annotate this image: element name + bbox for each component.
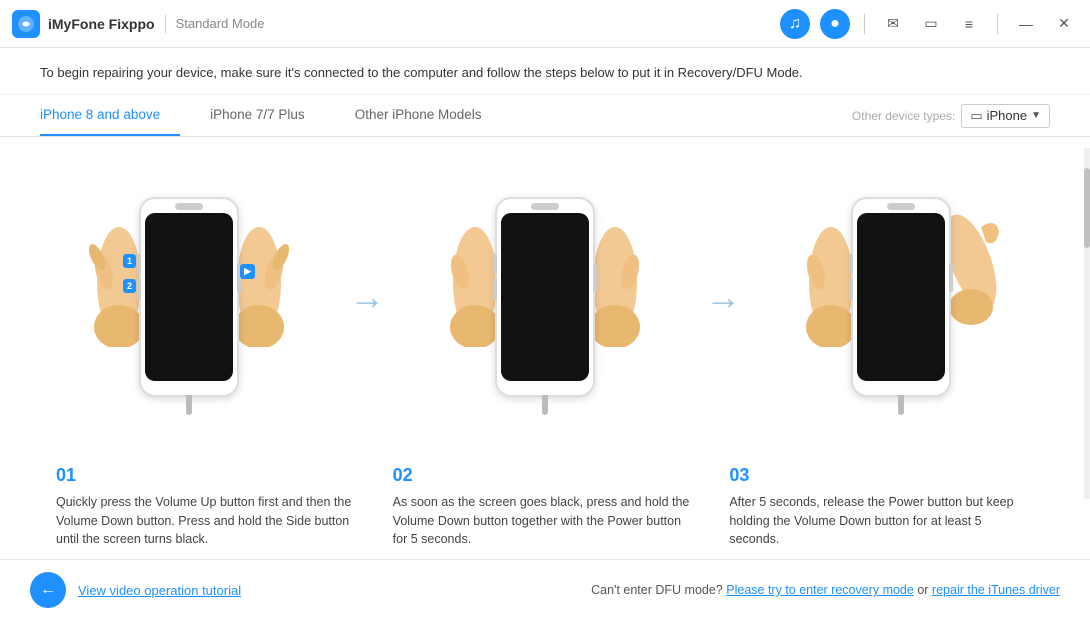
power-btn-3 bbox=[949, 264, 953, 292]
phone-screen-1 bbox=[145, 213, 233, 381]
step-2-num: 02 bbox=[393, 462, 698, 489]
phone-screen-3 bbox=[857, 213, 945, 381]
step-arrow-2: → bbox=[705, 276, 741, 318]
chat-icon-btn[interactable]: ▭ bbox=[917, 10, 945, 38]
app-logo bbox=[12, 10, 40, 38]
step-1-desc: 01 Quickly press the Volume Up button fi… bbox=[40, 462, 377, 549]
phone-body-2 bbox=[495, 197, 595, 397]
tab-bar: iPhone 8 and above iPhone 7/7 Plus Other… bbox=[0, 95, 1090, 137]
steps-images: 1 2 ▶ → bbox=[20, 147, 1070, 448]
main-content: To begin repairing your device, make sur… bbox=[0, 48, 1090, 559]
step-1-num: 01 bbox=[56, 462, 361, 489]
tab-other[interactable]: Other iPhone Models bbox=[355, 95, 502, 136]
step-1-image: 1 2 ▶ bbox=[39, 177, 339, 417]
info-text: To begin repairing your device, make sur… bbox=[40, 65, 803, 80]
vol-up-btn-2 bbox=[493, 254, 497, 274]
device-name: iPhone bbox=[987, 108, 1027, 123]
step-3-num: 03 bbox=[729, 462, 1034, 489]
step-3-text: After 5 seconds, release the Power butto… bbox=[729, 495, 1013, 547]
vol-down-btn-2 bbox=[493, 279, 497, 299]
step-3-image bbox=[751, 177, 1051, 417]
close-button[interactable]: ✕ bbox=[1050, 10, 1078, 38]
info-bar: To begin repairing your device, make sur… bbox=[0, 48, 1090, 95]
menu-icon-btn[interactable]: ≡ bbox=[955, 10, 983, 38]
device-dropdown[interactable]: ▭ iPhone ▼ bbox=[961, 104, 1050, 128]
btn-indicator-1: 1 bbox=[123, 254, 136, 268]
step-2-scene bbox=[445, 177, 645, 417]
phone-cable-3 bbox=[898, 395, 904, 415]
tutorial-link[interactable]: View video operation tutorial bbox=[78, 583, 241, 598]
dfu-text: Can't enter DFU mode? bbox=[591, 583, 723, 597]
dropdown-arrow-icon: ▼ bbox=[1031, 110, 1041, 121]
other-device-selector: Other device types: ▭ iPhone ▼ bbox=[852, 104, 1050, 128]
step-3-scene bbox=[801, 177, 1001, 417]
scrollbar-thumb[interactable] bbox=[1084, 168, 1090, 248]
mode-label: Standard Mode bbox=[176, 16, 265, 31]
scrollbar-track[interactable] bbox=[1084, 148, 1090, 499]
step-2-desc: 02 As soon as the screen goes black, pre… bbox=[377, 462, 714, 549]
music-icon-btn[interactable]: ♫ bbox=[780, 9, 810, 39]
step-2-text: As soon as the screen goes black, press … bbox=[393, 495, 690, 547]
footer: ← View video operation tutorial Can't en… bbox=[0, 559, 1090, 620]
phone-body-1: 1 2 ▶ bbox=[139, 197, 239, 397]
phone-cable-1 bbox=[186, 395, 192, 415]
titlebar-icons: ♫ ● ✉ ▭ ≡ — ✕ bbox=[780, 9, 1078, 39]
phone-notch-1 bbox=[175, 203, 203, 210]
vol-up-btn bbox=[137, 254, 141, 274]
power-btn-2 bbox=[593, 264, 597, 292]
vol-down-btn bbox=[137, 279, 141, 299]
phone-body-3 bbox=[851, 197, 951, 397]
icon-separator bbox=[864, 14, 865, 34]
other-device-label: Other device types: bbox=[852, 109, 955, 123]
step-arrow-1: → bbox=[349, 276, 385, 318]
app-name: iMyFone Fixppo bbox=[48, 16, 155, 32]
tab-iphone77[interactable]: iPhone 7/7 Plus bbox=[210, 95, 325, 136]
tab-iphone8[interactable]: iPhone 8 and above bbox=[40, 95, 180, 136]
device-phone-icon: ▭ bbox=[970, 108, 982, 124]
minimize-button[interactable]: — bbox=[1012, 10, 1040, 38]
steps-descriptions: 01 Quickly press the Volume Up button fi… bbox=[20, 448, 1070, 559]
footer-right: Can't enter DFU mode? Please try to ente… bbox=[591, 583, 1060, 597]
phone-cable-2 bbox=[542, 395, 548, 415]
steps-area: 1 2 ▶ → bbox=[0, 137, 1090, 559]
step-3-desc: 03 After 5 seconds, release the Power bu… bbox=[713, 462, 1050, 549]
phone-notch-2 bbox=[531, 203, 559, 210]
user-icon-btn[interactable]: ● bbox=[820, 9, 850, 39]
title-divider bbox=[165, 15, 166, 33]
icon-separator2 bbox=[997, 14, 998, 34]
back-button[interactable]: ← bbox=[30, 572, 66, 608]
vol-down-btn-3 bbox=[849, 279, 853, 299]
step-1-text: Quickly press the Volume Up button first… bbox=[56, 495, 351, 547]
step-1-scene: 1 2 ▶ bbox=[89, 177, 289, 417]
step-2-image bbox=[395, 177, 695, 417]
phone-notch-3 bbox=[887, 203, 915, 210]
itunes-link[interactable]: repair the iTunes driver bbox=[932, 583, 1060, 597]
vol-up-btn-3 bbox=[849, 254, 853, 274]
titlebar: iMyFone Fixppo Standard Mode ♫ ● ✉ ▭ ≡ —… bbox=[0, 0, 1090, 48]
message-icon-btn[interactable]: ✉ bbox=[879, 10, 907, 38]
btn-indicator-right: ▶ bbox=[240, 264, 255, 279]
phone-screen-2 bbox=[501, 213, 589, 381]
or-text: or bbox=[917, 583, 932, 597]
btn-indicator-2: 2 bbox=[123, 279, 136, 293]
recovery-link[interactable]: Please try to enter recovery mode bbox=[726, 583, 914, 597]
